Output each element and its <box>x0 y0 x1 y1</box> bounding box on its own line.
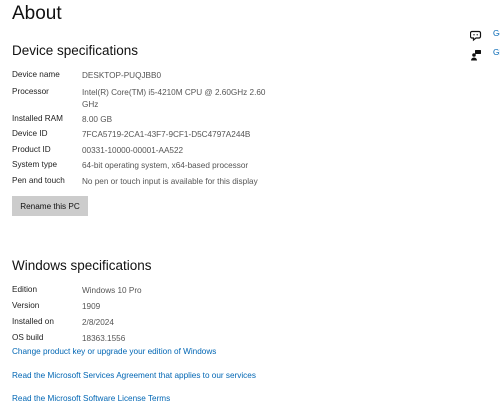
spec-value: No pen or touch input is available for t… <box>82 177 258 186</box>
spec-value: DESKTOP-PUQJBB0 <box>82 71 162 80</box>
change-product-key-link[interactable]: Change product key or upgrade your editi… <box>12 347 216 356</box>
spec-label: Installed on <box>12 317 54 326</box>
spec-value: 64-bit operating system, x64-based proce… <box>82 161 249 170</box>
rename-pc-button[interactable]: Rename this PC <box>12 196 88 216</box>
spec-value: 8.00 GB <box>82 115 113 124</box>
spec-label: Version <box>12 301 40 310</box>
services-agreement-link[interactable]: Read the Microsoft Services Agreement th… <box>12 371 256 380</box>
spec-label: Device name <box>12 70 60 79</box>
spec-value: 18363.1556 <box>82 334 126 343</box>
spec-value: 7FCA5719-2CA1-43F7-9CF1-D5C4797A244B <box>82 130 251 139</box>
spec-label: System type <box>12 160 58 169</box>
side-link-label[interactable]: Ge <box>493 29 500 38</box>
spec-label: OS build <box>12 333 44 342</box>
feedback-person-icon <box>470 48 482 61</box>
spec-value: Windows 10 Pro <box>82 286 142 295</box>
windows-specs-heading: Windows specifications <box>12 258 152 273</box>
page-title: About <box>12 3 62 24</box>
spec-value: 1909 <box>82 302 101 311</box>
spec-label: Device ID <box>12 129 48 138</box>
side-link-label[interactable]: Gi <box>493 48 500 57</box>
spec-value: 2/8/2024 <box>82 318 114 327</box>
spec-value: Intel(R) Core(TM) i5-4210M CPU @ 2.60GHz… <box>82 88 266 109</box>
chat-help-icon <box>469 29 482 42</box>
spec-label: Pen and touch <box>12 176 65 185</box>
device-specs-heading: Device specifications <box>12 43 139 58</box>
license-terms-link[interactable]: Read the Microsoft Software License Term… <box>12 394 170 403</box>
spec-label: Edition <box>12 285 38 294</box>
spec-value: 00331-10000-00001-AA522 <box>82 146 184 155</box>
spec-label: Installed RAM <box>12 114 63 123</box>
spec-label: Product ID <box>12 145 51 154</box>
spec-label: Processor <box>12 87 49 96</box>
